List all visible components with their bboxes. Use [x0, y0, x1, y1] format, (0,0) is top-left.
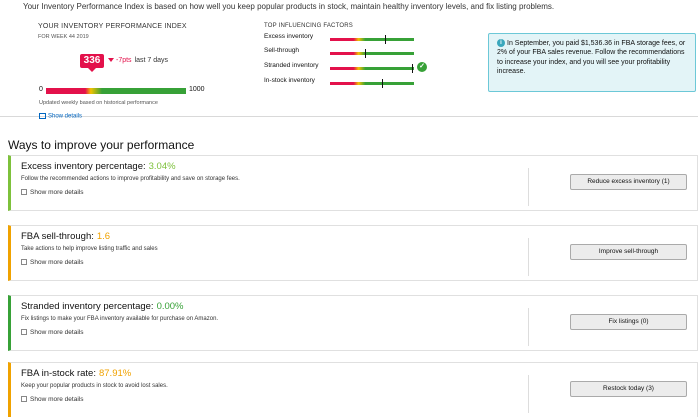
improvement-card: FBA in-stock rate: 87.91% Keep your popula… — [8, 362, 698, 417]
card-action-button[interactable]: Improve sell-through — [570, 244, 687, 260]
show-more-checkbox[interactable] — [21, 259, 27, 266]
delta-value: -7pts — [116, 57, 132, 64]
intro-text: Your Inventory Performance Index is base… — [23, 2, 555, 11]
factor-label: Sell-through — [264, 47, 300, 54]
factor-bar — [330, 79, 414, 88]
index-scale-bar — [46, 88, 186, 94]
show-details-link[interactable]: Show details — [39, 113, 82, 120]
show-more-label: Show more details — [30, 189, 84, 196]
show-more-checkbox[interactable] — [21, 396, 27, 403]
improvement-card: Excess inventory percentage: 3.04% Follow … — [8, 155, 698, 211]
show-more-details[interactable]: Show more details — [21, 259, 83, 266]
details-icon — [39, 113, 46, 119]
factor-label: In-stock inventory — [264, 77, 315, 84]
factor-bar — [330, 64, 414, 73]
show-more-label: Show more details — [30, 329, 84, 336]
show-more-details[interactable]: Show more details — [21, 329, 83, 336]
card-divider — [528, 308, 529, 346]
factor-bar — [330, 35, 414, 44]
card-metric-value: 3.04% — [148, 161, 176, 172]
factors-title: TOP INFLUENCING FACTORS — [264, 23, 353, 29]
show-more-label: Show more details — [30, 396, 84, 403]
check-icon: ✓ — [417, 62, 427, 72]
score-pin-icon — [87, 67, 97, 72]
card-divider — [528, 168, 529, 206]
card-description: Fix listings to make your FBA inventory … — [21, 316, 219, 322]
card-metric-value: 0.00% — [156, 301, 184, 312]
show-more-checkbox[interactable] — [21, 189, 27, 196]
ways-title: Ways to improve your performance — [8, 138, 195, 152]
card-action-button[interactable]: Restock today (3) — [570, 381, 687, 397]
card-title-text: Stranded inventory percentage: — [21, 301, 154, 312]
card-title: FBA sell-through: 1.6 — [21, 231, 110, 242]
card-description: Take actions to help improve listing tra… — [21, 246, 158, 252]
delta-period: last 7 days — [134, 57, 169, 64]
factor-marker — [365, 49, 367, 58]
factor-row: Excess inventory — [264, 33, 464, 45]
factor-label: Excess inventory — [264, 33, 314, 40]
info-icon: i — [497, 39, 505, 48]
updated-note: Updated weekly based on historical perfo… — [39, 100, 158, 106]
score-badge: 336 — [80, 54, 104, 68]
score-delta: -7pts last 7 days — [108, 57, 168, 64]
factor-row: Sell-through — [264, 47, 464, 59]
card-title-text: FBA sell-through: — [21, 231, 94, 242]
scale-min-label: 0 — [39, 86, 43, 93]
factor-marker — [384, 35, 386, 44]
card-title: Excess inventory percentage: 3.04% — [21, 161, 176, 172]
card-title: FBA in-stock rate: 87.91% — [21, 368, 131, 379]
card-title: Stranded inventory percentage: 0.00% — [21, 301, 184, 312]
factor-marker — [382, 79, 384, 88]
down-arrow-icon — [108, 58, 114, 63]
card-action-button[interactable]: Fix listings (0) — [570, 314, 687, 330]
card-title-text: Excess inventory percentage: — [21, 161, 146, 172]
card-description: Follow the recommended actions to improv… — [21, 176, 240, 182]
factor-label: Stranded inventory — [264, 62, 319, 69]
factor-bar — [330, 49, 414, 58]
show-more-checkbox[interactable] — [21, 329, 27, 336]
show-more-label: Show more details — [30, 259, 84, 266]
improvement-card: Stranded inventory percentage: 0.00% Fix l… — [8, 295, 698, 351]
improvement-card: FBA sell-through: 1.6 Take actions to help… — [8, 225, 698, 281]
card-divider — [528, 375, 529, 413]
card-action-button[interactable]: Reduce excess inventory (1) — [570, 174, 687, 190]
factor-row: In-stock inventory — [264, 77, 464, 89]
performance-index-panel: YOUR INVENTORY PERFORMANCE INDEX FOR WEE… — [0, 14, 698, 120]
scale-max-label: 1000 — [189, 86, 205, 93]
card-metric-value: 87.91% — [98, 368, 132, 379]
card-metric-value: 1.6 — [96, 231, 111, 242]
show-more-details[interactable]: Show more details — [21, 189, 83, 196]
card-divider — [528, 238, 529, 276]
info-box: i In September, you paid $1,536.36 in FBA… — [488, 33, 696, 92]
show-more-details[interactable]: Show more details — [21, 396, 83, 403]
index-title: YOUR INVENTORY PERFORMANCE INDEX — [38, 23, 187, 30]
card-title-text: FBA in-stock rate: — [21, 368, 96, 379]
factor-marker — [412, 64, 414, 73]
info-text: In September, you paid $1,536.36 in FBA … — [497, 40, 686, 75]
index-week: FOR WEEK 44 2019 — [38, 34, 89, 40]
show-details-label: Show details — [48, 113, 83, 120]
factor-row: Stranded inventory ✓ — [264, 62, 464, 74]
card-description: Keep your popular products in stock to a… — [21, 383, 168, 389]
